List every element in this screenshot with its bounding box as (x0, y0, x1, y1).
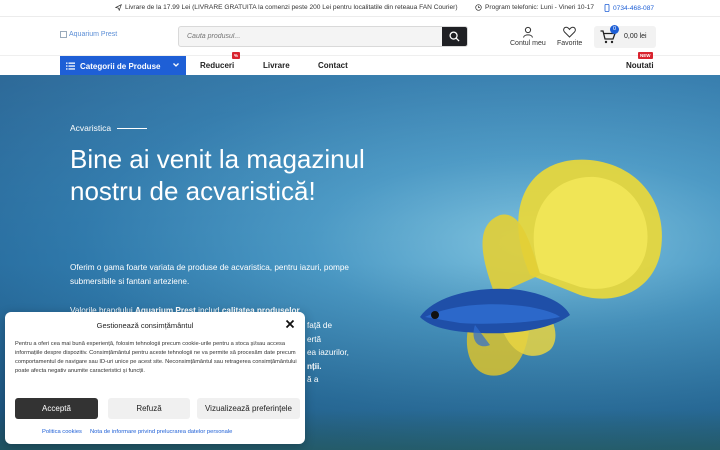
nav-label-reduceri: Reduceri (200, 61, 235, 70)
deny-button[interactable]: Refuză (108, 398, 190, 419)
nav-item-noutati[interactable]: Noutati (626, 61, 654, 70)
hero-paragraph-1: Oferim o gama foarte variata de produse … (70, 263, 349, 286)
categories-dropdown[interactable]: Categorii de Produse (60, 56, 186, 76)
shipping-info: Livrare de la 17.99 Lei (LIVRARE GRATUIT… (115, 4, 458, 11)
list-icon (66, 62, 75, 70)
cart-total: 0,00 lei (624, 33, 647, 40)
favorites-link[interactable]: Favorite (557, 26, 582, 47)
hero-p2-overflow: față de ertă ea iazurilor, nții. ă a (307, 319, 349, 387)
accept-button[interactable]: Acceptă (15, 398, 98, 419)
shipping-text: Livrare de la 17.99 Lei (LIVRARE GRATUIT… (125, 4, 458, 11)
user-icon (522, 26, 533, 38)
search-input[interactable] (179, 27, 443, 46)
nav-label-noutati: Noutati (626, 61, 654, 70)
cart-count-badge: 0 (610, 25, 619, 34)
nav-item-reduceri[interactable]: Reduceri (200, 61, 234, 70)
betta-fish-image (420, 159, 662, 376)
categories-label: Categorii de Produse (80, 61, 161, 71)
search-bar (178, 26, 468, 47)
hero-eyebrow: Acvaristica (70, 123, 148, 133)
cart-button[interactable]: 0 0,00 lei (594, 25, 656, 48)
nav-item-livrare[interactable]: Livrare (263, 61, 290, 70)
account-link[interactable]: Contul meu (510, 26, 546, 47)
phone-link[interactable]: 0734-468-087 (604, 4, 654, 12)
account-label: Contul meu (510, 40, 546, 47)
eyebrow-divider (117, 127, 148, 129)
heart-icon (563, 26, 576, 38)
search-button[interactable] (442, 27, 467, 46)
hero-p2-fragment: ă a (307, 375, 319, 384)
hero-eyebrow-text: Acvaristica (70, 123, 112, 133)
preferences-button[interactable]: Vizualizează preferințele (197, 398, 300, 419)
new-badge: NEW (638, 52, 653, 59)
site-logo[interactable]: Aquarium Prest (60, 31, 117, 38)
site-header: Aquarium Prest Contul meu Favorite 0 0,0… (0, 17, 720, 55)
send-icon (115, 4, 122, 11)
nav-label-contact: Contact (318, 61, 348, 70)
discount-badge: % (232, 52, 241, 59)
hero-p2-fragment: ea iazurilor, (307, 348, 349, 357)
hours-text: Program telefonic: Luni - Vineri 10-17 (485, 4, 595, 11)
phone-icon (604, 4, 610, 12)
main-nav: Categorii de Produse Reduceri % Livrare … (0, 52, 720, 76)
clock-icon (475, 4, 482, 11)
nav-label-livrare: Livrare (263, 61, 290, 70)
hero-p2-fragment: față de (307, 321, 333, 330)
top-info-bar: Livrare de la 17.99 Lei (LIVRARE GRATUIT… (0, 0, 720, 17)
hero-title: Bine ai venit la magazinul nostru de acv… (70, 144, 365, 206)
hero-p2-fragment: ertă (307, 334, 322, 344)
logo-alt-text: Aquarium Prest (69, 31, 118, 38)
chevron-down-icon (173, 63, 179, 67)
cookie-description: Pentru a oferi cea mai bună experiență, … (15, 341, 297, 374)
cookie-title: Gestionează consimțământul (96, 321, 194, 330)
hours-info: Program telefonic: Luni - Vineri 10-17 (475, 4, 594, 11)
cookie-consent-dialog: Gestionează consimțământul Pentru a ofer… (5, 312, 305, 444)
cookie-links: Politica cookies Nota de informare privi… (42, 429, 232, 435)
cookie-policy-link[interactable]: Politica cookies (42, 429, 82, 435)
phone-number: 0734-468-087 (613, 4, 655, 12)
hero-p2-fragment: nții. (307, 361, 322, 371)
close-icon[interactable] (285, 319, 295, 329)
search-icon (449, 31, 460, 42)
nav-item-contact[interactable]: Contact (318, 61, 348, 70)
broken-image-icon (60, 31, 67, 38)
favorites-label: Favorite (557, 40, 583, 47)
privacy-notice-link[interactable]: Nota de informare privind prelucrarea da… (90, 429, 232, 435)
